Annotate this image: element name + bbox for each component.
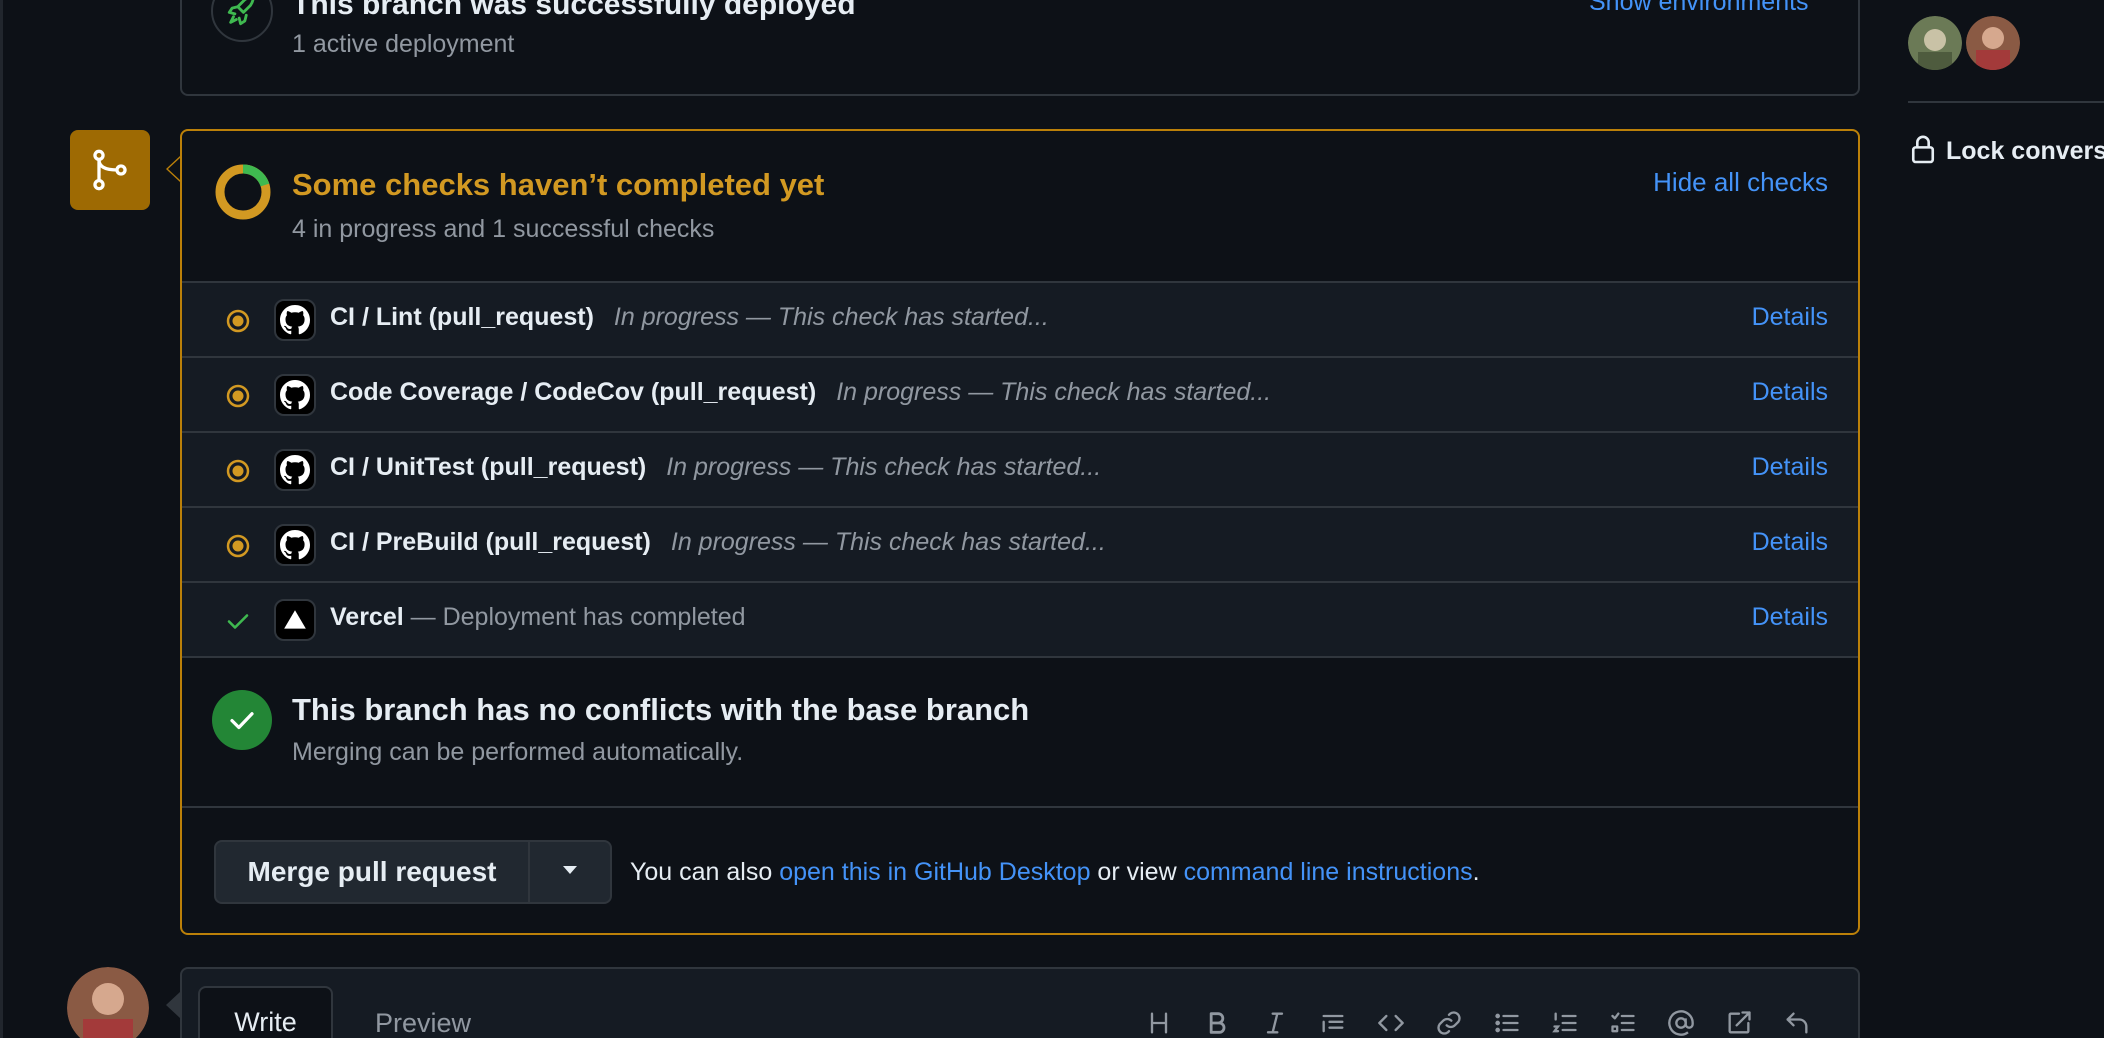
cross-reference-icon[interactable]	[1720, 1004, 1758, 1038]
check-row: Code Coverage / CodeCov (pull_request) In…	[182, 356, 1858, 431]
show-environments-link[interactable]: Show environments	[1589, 0, 1809, 17]
merge-pull-request-button[interactable]: Merge pull request	[216, 842, 530, 902]
check-success-icon	[226, 609, 250, 633]
in-progress-icon	[226, 384, 250, 408]
check-description: In progress — This check has started...	[666, 453, 1102, 481]
github-icon	[274, 299, 316, 341]
sidebar-divider	[1908, 101, 2104, 103]
conflict-subtitle: Merging can be performed automatically.	[292, 738, 744, 766]
checks-list: CI / Lint (pull_request) In progress — Th…	[182, 281, 1858, 656]
in-progress-icon	[226, 534, 250, 558]
check-row: CI / Lint (pull_request) In progress — Th…	[182, 281, 1858, 356]
check-description: In progress — This check has started...	[613, 303, 1049, 331]
check-circle-icon	[212, 690, 272, 750]
checks-summary: 4 in progress and 1 successful checks	[292, 215, 715, 243]
check-description: In progress — This check has started...	[670, 528, 1106, 556]
deployment-subtitle: 1 active deployment	[292, 30, 515, 58]
deployment-title: This branch was successfully deployed	[292, 0, 856, 21]
check-details-link[interactable]: Details	[1752, 453, 1828, 482]
markdown-toolbar	[1140, 1004, 1816, 1038]
github-icon	[274, 374, 316, 416]
vercel-icon	[274, 599, 316, 641]
tab-write[interactable]: Write	[198, 986, 333, 1038]
bold-icon[interactable]	[1198, 1004, 1236, 1038]
merge-method-dropdown[interactable]	[530, 842, 610, 902]
check-details-link[interactable]: Details	[1752, 303, 1828, 332]
check-name: CI / Lint (pull_request)	[330, 303, 594, 331]
merge-alternatives: You can also open this in GitHub Desktop…	[630, 858, 1480, 886]
check-name: CI / UnitTest (pull_request)	[330, 453, 647, 481]
current-user-avatar[interactable]	[67, 967, 149, 1038]
ordered-list-icon[interactable]	[1546, 1004, 1584, 1038]
merge-footer: Merge pull request You can also open thi…	[182, 806, 1858, 933]
checks-progress-donut	[212, 161, 274, 223]
git-merge-icon	[70, 130, 150, 210]
check-details-link[interactable]: Details	[1752, 528, 1828, 557]
check-details-link[interactable]: Details	[1752, 378, 1828, 407]
check-details-link[interactable]: Details	[1752, 603, 1828, 632]
tab-preview[interactable]: Preview	[375, 1008, 471, 1038]
lock-icon	[1910, 134, 1936, 169]
checks-header: Some checks haven’t completed yet 4 in p…	[182, 131, 1858, 281]
participant-avatar[interactable]	[1966, 16, 2020, 70]
check-row: CI / UnitTest (pull_request) In progress …	[182, 431, 1858, 506]
checks-title: Some checks haven’t completed yet	[292, 167, 825, 202]
merge-status-box: Some checks haven’t completed yet 4 in p…	[180, 129, 1860, 935]
link-icon[interactable]	[1430, 1004, 1468, 1038]
merge-button-group: Merge pull request	[214, 840, 612, 904]
github-icon	[274, 524, 316, 566]
check-name: CI / PreBuild (pull_request)	[330, 528, 651, 556]
heading-icon[interactable]	[1140, 1004, 1178, 1038]
command-line-instructions-link[interactable]: command line instructions	[1184, 858, 1473, 886]
task-list-icon[interactable]	[1604, 1004, 1642, 1038]
unordered-list-icon[interactable]	[1488, 1004, 1526, 1038]
triangle-down-icon	[561, 863, 579, 881]
lock-conversation-button[interactable]: Lock conversa	[1910, 134, 2104, 169]
mention-icon[interactable]	[1662, 1004, 1700, 1038]
conflict-title: This branch has no conflicts with the ba…	[292, 692, 1030, 727]
undo-icon[interactable]	[1778, 1004, 1816, 1038]
check-row: CI / PreBuild (pull_request) In progress …	[182, 506, 1858, 581]
conflict-status: This branch has no conflicts with the ba…	[182, 656, 1858, 806]
check-row: Vercel — Deployment has completed Detail…	[182, 581, 1858, 656]
github-icon	[274, 449, 316, 491]
participant-avatar[interactable]	[1908, 16, 1962, 70]
in-progress-icon	[226, 309, 250, 333]
lock-conversation-label: Lock conversa	[1946, 137, 2104, 165]
check-name: Code Coverage / CodeCov (pull_request)	[330, 378, 817, 406]
italic-icon[interactable]	[1256, 1004, 1294, 1038]
comment-pointer	[166, 992, 180, 1018]
check-name: Vercel	[330, 603, 404, 631]
in-progress-icon	[226, 459, 250, 483]
check-description: — Deployment has completed	[410, 603, 746, 631]
open-in-desktop-link[interactable]: open this in GitHub Desktop	[779, 858, 1090, 886]
timeline-rule	[0, 0, 3, 1038]
hide-all-checks-link[interactable]: Hide all checks	[1653, 167, 1828, 198]
quote-icon[interactable]	[1314, 1004, 1352, 1038]
code-icon[interactable]	[1372, 1004, 1410, 1038]
check-description: In progress — This check has started...	[836, 378, 1272, 406]
